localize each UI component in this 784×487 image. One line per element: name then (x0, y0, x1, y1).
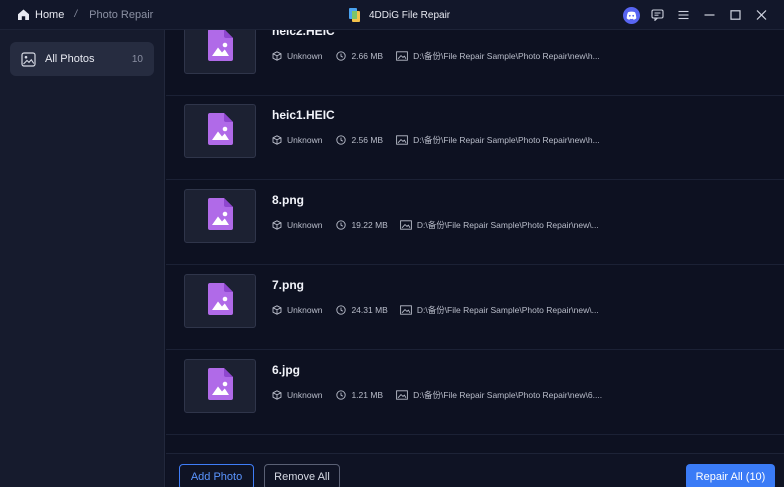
app-title: 4DDiG File Repair (348, 0, 450, 30)
file-list[interactable]: heic2.HEIC Unknown 2.66 MB D:\备份\File Re… (166, 30, 784, 453)
feedback-button[interactable] (644, 0, 670, 30)
file-row[interactable]: 6.jpg Unknown 1.21 MB D:\备份\File Repair … (166, 351, 784, 435)
file-path: D:\备份\File Repair Sample\Photo Repair\ne… (413, 390, 603, 400)
clock-icon (336, 390, 347, 400)
minimize-button[interactable] (696, 0, 722, 30)
file-name: 8.png (272, 193, 304, 207)
window-controls (618, 0, 774, 30)
breadcrumb-current: Photo Repair (89, 8, 154, 21)
clock-icon (336, 305, 347, 315)
cube-icon (272, 305, 282, 315)
close-button[interactable] (748, 0, 774, 30)
folder-image-icon (399, 305, 412, 315)
file-name: 6.jpg (272, 363, 301, 377)
discord-button[interactable] (618, 0, 644, 30)
file-thumbnail (184, 189, 256, 243)
file-status: Unknown (287, 51, 323, 61)
folder-image-icon (396, 135, 408, 145)
file-status: Unknown (287, 390, 323, 400)
discord-icon (622, 6, 640, 24)
file-row[interactable]: heic2.HEIC Unknown 2.66 MB D:\备份\File Re… (166, 30, 784, 96)
menu-icon (678, 10, 689, 20)
sidebar: All Photos 10 (0, 30, 165, 487)
minimize-icon (704, 10, 715, 20)
file-path: D:\备份\File Repair Sample\Photo Repair\ne… (413, 135, 600, 145)
file-meta: Unknown 2.56 MB D:\备份\File Repair Sample… (272, 134, 600, 146)
file-meta: Unknown 24.31 MB D:\备份\File Repair Sampl… (272, 304, 599, 316)
folder-image-icon (396, 51, 408, 61)
file-status: Unknown (287, 220, 323, 230)
file-row[interactable]: 7.png Unknown 24.31 MB D:\备份\File Repair… (166, 266, 784, 350)
cube-icon (272, 390, 282, 400)
file-size: 1.21 MB (351, 390, 384, 400)
maximize-button[interactable] (722, 0, 748, 30)
file-thumbnail (184, 30, 256, 74)
cube-icon (272, 220, 282, 230)
file-size: 2.66 MB (351, 51, 384, 61)
file-meta: Unknown 2.66 MB D:\备份\File Repair Sample… (272, 50, 600, 62)
title-bar: Home / Photo Repair 4DDiG File Repair (0, 0, 784, 30)
breadcrumb: Home / Photo Repair (0, 0, 153, 30)
file-row[interactable]: heic1.HEIC Unknown 2.56 MB D:\备份\File Re… (166, 96, 784, 180)
file-size: 19.22 MB (351, 220, 388, 230)
bottom-bar: Add Photo Remove All Repair All (10) (166, 453, 784, 487)
remove-all-button[interactable]: Remove All (264, 464, 340, 487)
clock-icon (336, 220, 347, 230)
home-icon[interactable] (17, 8, 30, 21)
feedback-icon (650, 9, 664, 21)
file-size: 24.31 MB (351, 305, 388, 315)
image-icon (21, 51, 36, 67)
file-size: 2.56 MB (351, 135, 384, 145)
file-name: 7.png (272, 278, 304, 292)
file-thumbnail (184, 359, 256, 413)
clock-icon (336, 135, 347, 145)
clock-icon (336, 51, 347, 61)
photo-file-icon (205, 367, 235, 406)
sidebar-item-count: 10 (131, 53, 143, 65)
sidebar-item-all-photos[interactable]: All Photos 10 (10, 42, 154, 76)
file-status: Unknown (287, 305, 323, 315)
photo-file-icon (205, 197, 235, 236)
file-path: D:\备份\File Repair Sample\Photo Repair\ne… (413, 51, 600, 61)
maximize-icon (729, 10, 741, 20)
close-icon (756, 10, 767, 20)
file-meta: Unknown 1.21 MB D:\备份\File Repair Sample… (272, 389, 602, 401)
photo-file-icon (205, 112, 235, 151)
file-path: D:\备份\File Repair Sample\Photo Repair\ne… (416, 220, 599, 230)
app-logo-icon (348, 7, 362, 23)
file-status: Unknown (287, 135, 323, 145)
file-meta: Unknown 19.22 MB D:\备份\File Repair Sampl… (272, 219, 599, 231)
file-name: heic1.HEIC (272, 108, 335, 122)
file-name: heic2.HEIC (272, 30, 335, 38)
folder-image-icon (399, 220, 412, 230)
menu-button[interactable] (670, 0, 696, 30)
sidebar-item-label: All Photos (45, 53, 95, 65)
file-path: D:\备份\File Repair Sample\Photo Repair\ne… (416, 305, 599, 315)
breadcrumb-home-link[interactable]: Home (35, 9, 64, 21)
cube-icon (272, 135, 282, 145)
add-photo-button[interactable]: Add Photo (179, 464, 254, 487)
breadcrumb-separator: / (74, 9, 78, 20)
folder-image-icon (396, 390, 408, 400)
photo-file-icon (205, 30, 235, 67)
repair-all-button[interactable]: Repair All (10) (686, 464, 775, 487)
file-thumbnail (184, 104, 256, 158)
cube-icon (272, 51, 282, 61)
photo-file-icon (205, 282, 235, 321)
file-thumbnail (184, 274, 256, 328)
app-title-text: 4DDiG File Repair (369, 9, 451, 21)
file-row[interactable]: 8.png Unknown 19.22 MB D:\备份\File Repair… (166, 181, 784, 265)
